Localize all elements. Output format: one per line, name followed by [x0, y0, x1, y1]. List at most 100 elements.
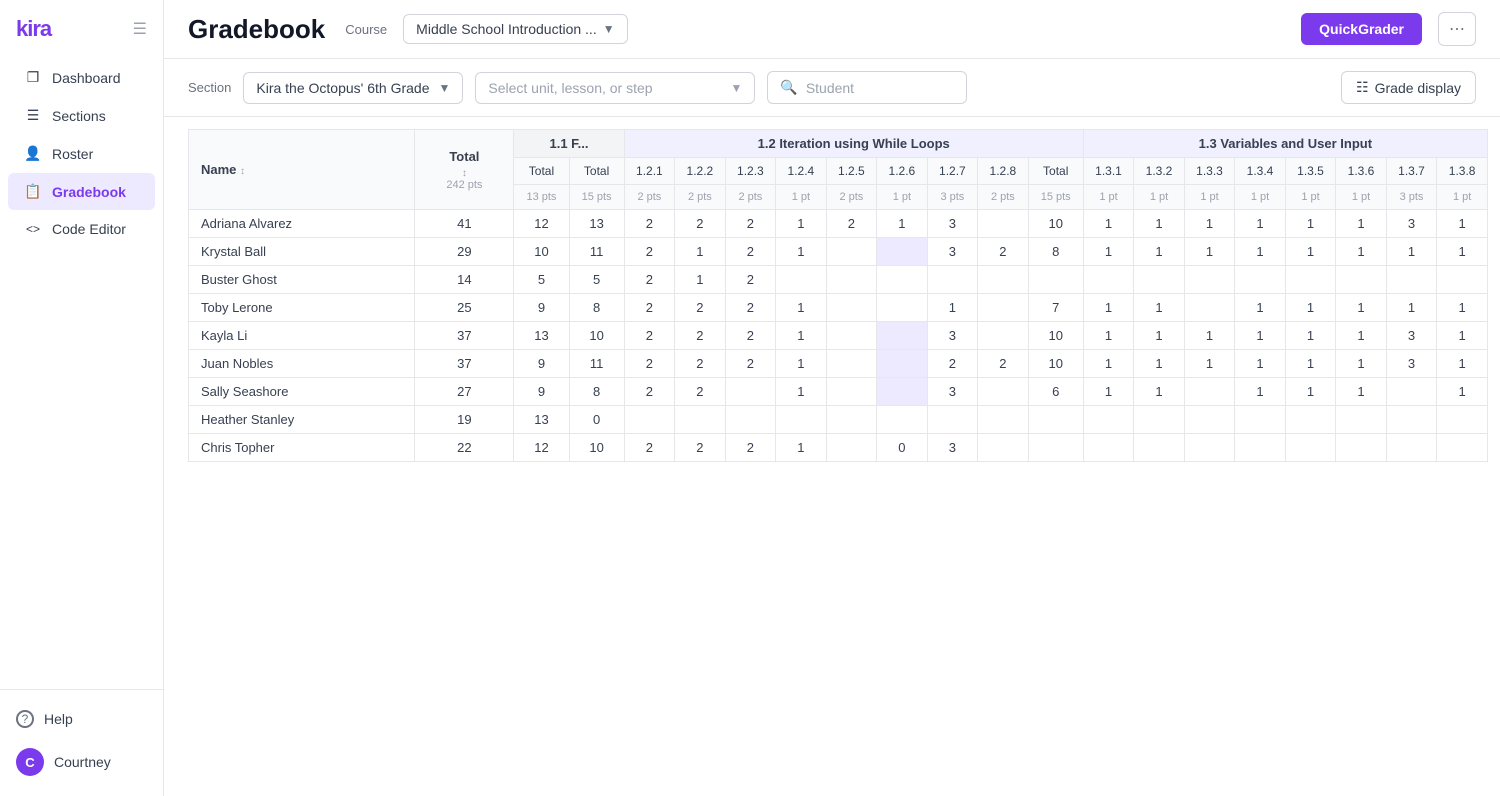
g13-col-3[interactable]: 1	[1235, 322, 1286, 350]
g12-col-5[interactable]	[877, 350, 928, 378]
g13-col-1[interactable]	[1134, 434, 1185, 462]
g12-col-3[interactable]: 1	[776, 378, 827, 406]
user-item[interactable]: C Courtney	[8, 740, 155, 784]
total-score[interactable]: 29	[415, 238, 514, 266]
g13-total[interactable]: 6	[1028, 378, 1083, 406]
student-name[interactable]: Juan Nobles	[189, 350, 415, 378]
g13-col-5[interactable]: 1	[1336, 322, 1387, 350]
course-selector[interactable]: Middle School Introduction ... ▼	[403, 14, 627, 44]
g12-col-2[interactable]: 2	[725, 266, 776, 294]
g13-col-2[interactable]	[1184, 294, 1235, 322]
g12-col-3[interactable]: 1	[776, 434, 827, 462]
student-name[interactable]: Toby Lerone	[189, 294, 415, 322]
g12-col-2[interactable]: 2	[725, 322, 776, 350]
g12-total[interactable]: 10	[569, 322, 624, 350]
g12-col-1[interactable]: 1	[675, 238, 726, 266]
g12-total[interactable]: 10	[569, 434, 624, 462]
g12-col-7[interactable]: 2	[978, 238, 1029, 266]
g13-col-3[interactable]: 1	[1235, 350, 1286, 378]
g12-col-5[interactable]	[877, 294, 928, 322]
g12-total[interactable]: 8	[569, 294, 624, 322]
g12-col-4[interactable]: 2	[826, 210, 877, 238]
section-select[interactable]: Kira the Octopus' 6th Grade ▼	[243, 72, 463, 104]
g12-col-6[interactable]	[927, 266, 978, 294]
g13-col-4[interactable]: 1	[1285, 294, 1336, 322]
g13-col-4[interactable]: 1	[1285, 350, 1336, 378]
g12-col-4[interactable]	[826, 294, 877, 322]
g12-col-5[interactable]: 1	[877, 210, 928, 238]
g12-col-7[interactable]	[978, 322, 1029, 350]
name-header[interactable]: Name ↕	[189, 130, 415, 210]
g13-col-7[interactable]: 1	[1437, 238, 1488, 266]
g13-col-5[interactable]	[1336, 406, 1387, 434]
g12-total[interactable]: 11	[569, 350, 624, 378]
g13-col-1[interactable]: 1	[1134, 322, 1185, 350]
g13-col-0[interactable]: 1	[1083, 210, 1134, 238]
g12-col-6[interactable]: 3	[927, 434, 978, 462]
g13-col-0[interactable]: 1	[1083, 350, 1134, 378]
g13-col-2[interactable]	[1184, 434, 1235, 462]
g12-col-6[interactable]	[927, 406, 978, 434]
g12-col-5[interactable]	[877, 406, 928, 434]
sidebar-item-dashboard[interactable]: ❐ Dashboard	[8, 59, 155, 96]
g12-col-4[interactable]	[826, 378, 877, 406]
g11-total[interactable]: 12	[514, 434, 569, 462]
g13-total[interactable]: 7	[1028, 294, 1083, 322]
g12-col-7[interactable]	[978, 210, 1029, 238]
g12-col-0[interactable]: 2	[624, 434, 675, 462]
unit-select[interactable]: Select unit, lesson, or step ▼	[475, 72, 755, 104]
g12-col-0[interactable]: 2	[624, 350, 675, 378]
g12-col-2[interactable]: 2	[725, 210, 776, 238]
g13-col-4[interactable]	[1285, 434, 1336, 462]
g12-col-0[interactable]: 2	[624, 322, 675, 350]
g12-total[interactable]: 11	[569, 238, 624, 266]
g12-total[interactable]: 8	[569, 378, 624, 406]
g12-col-6[interactable]: 2	[927, 350, 978, 378]
total-score[interactable]: 37	[415, 322, 514, 350]
g12-col-3[interactable]	[776, 406, 827, 434]
g13-col-0[interactable]	[1083, 266, 1134, 294]
quickgrader-button[interactable]: QuickGrader	[1301, 13, 1422, 45]
g13-total[interactable]: 10	[1028, 350, 1083, 378]
g13-col-2[interactable]: 1	[1184, 238, 1235, 266]
g12-col-0[interactable]: 2	[624, 266, 675, 294]
sidebar-item-code-editor[interactable]: <> Code Editor	[8, 211, 155, 247]
g11-total[interactable]: 9	[514, 294, 569, 322]
g13-col-7[interactable]: 1	[1437, 378, 1488, 406]
g13-col-3[interactable]: 1	[1235, 378, 1286, 406]
g13-col-6[interactable]: 1	[1386, 238, 1437, 266]
g11-total[interactable]: 10	[514, 238, 569, 266]
g12-col-2[interactable]: 2	[725, 350, 776, 378]
g13-total[interactable]	[1028, 406, 1083, 434]
g13-col-2[interactable]: 1	[1184, 350, 1235, 378]
total-score[interactable]: 41	[415, 210, 514, 238]
student-name[interactable]: Chris Topher	[189, 434, 415, 462]
g13-col-5[interactable]: 1	[1336, 210, 1387, 238]
g12-col-1[interactable]: 2	[675, 322, 726, 350]
g13-col-3[interactable]: 1	[1235, 210, 1286, 238]
g12-col-5[interactable]	[877, 238, 928, 266]
total-score[interactable]: 22	[415, 434, 514, 462]
g12-col-3[interactable]: 1	[776, 350, 827, 378]
g12-col-1[interactable]: 2	[675, 434, 726, 462]
g12-col-2[interactable]: 2	[725, 434, 776, 462]
total-score[interactable]: 14	[415, 266, 514, 294]
g13-col-6[interactable]: 3	[1386, 322, 1437, 350]
g12-col-2[interactable]	[725, 378, 776, 406]
g13-col-7[interactable]	[1437, 434, 1488, 462]
g13-col-5[interactable]: 1	[1336, 350, 1387, 378]
g12-col-7[interactable]	[978, 266, 1029, 294]
g13-col-0[interactable]: 1	[1083, 294, 1134, 322]
g13-col-6[interactable]: 3	[1386, 210, 1437, 238]
g13-col-1[interactable]	[1134, 406, 1185, 434]
g12-col-2[interactable]: 2	[725, 238, 776, 266]
g12-col-6[interactable]: 3	[927, 210, 978, 238]
total-score[interactable]: 25	[415, 294, 514, 322]
g13-col-5[interactable]: 1	[1336, 238, 1387, 266]
g12-col-4[interactable]	[826, 350, 877, 378]
g13-col-0[interactable]	[1083, 406, 1134, 434]
g13-col-1[interactable]: 1	[1134, 350, 1185, 378]
g13-total[interactable]	[1028, 266, 1083, 294]
total-score[interactable]: 27	[415, 378, 514, 406]
g12-col-4[interactable]	[826, 322, 877, 350]
